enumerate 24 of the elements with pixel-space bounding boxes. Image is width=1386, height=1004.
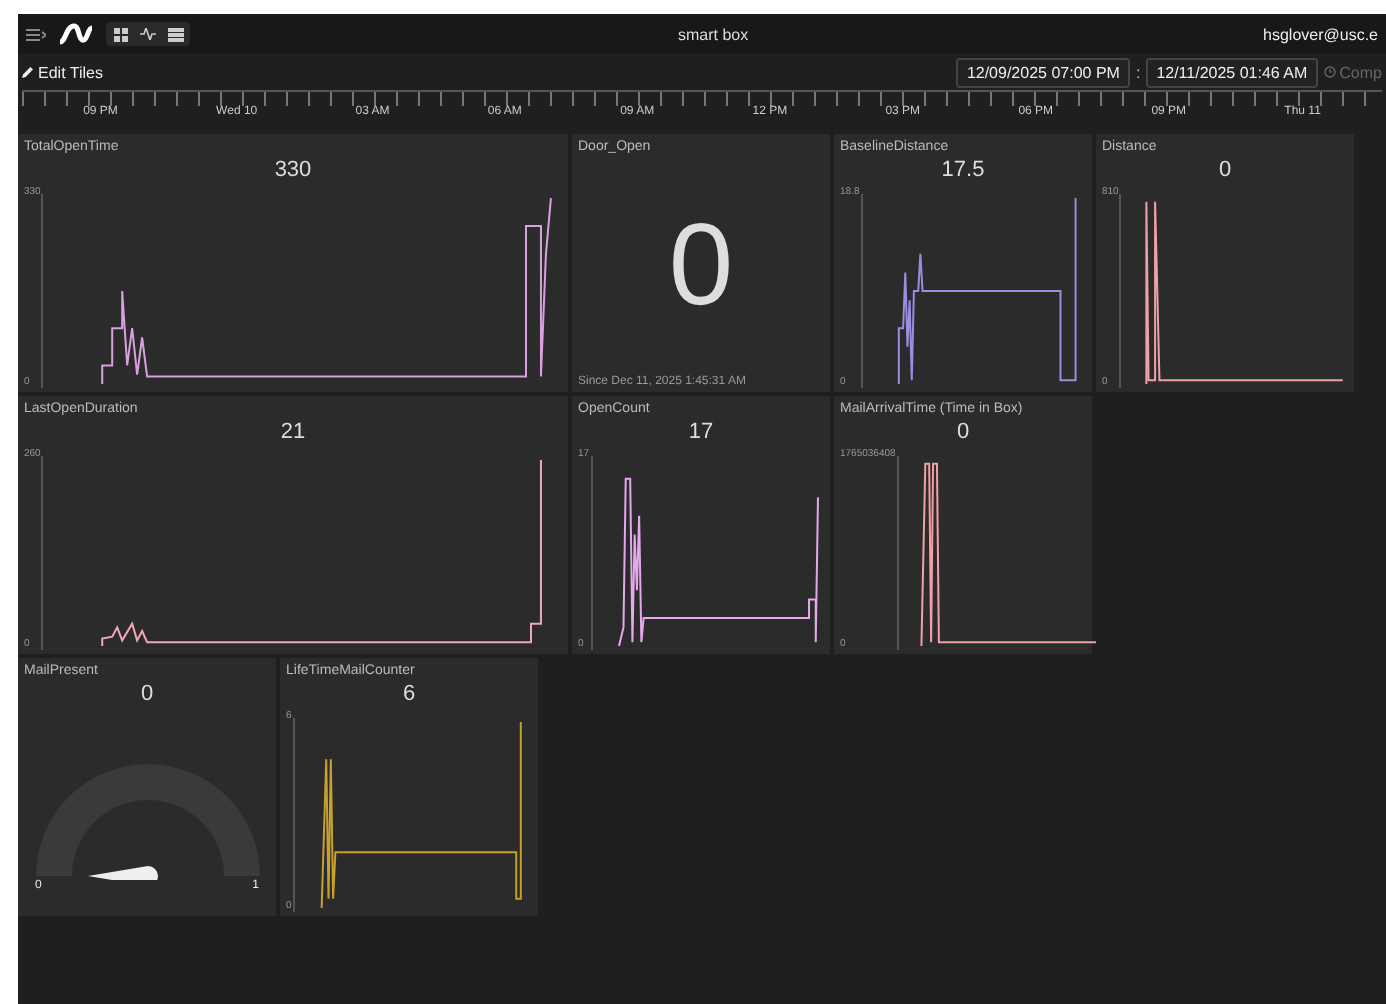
clock-icon xyxy=(1323,66,1336,78)
start-date-field[interactable]: 12/09/2025 07:00 PM xyxy=(956,57,1130,87)
menu-icon[interactable] xyxy=(26,27,46,41)
tile-value: 17 xyxy=(686,420,716,444)
dashboard-title: smart box xyxy=(678,25,751,43)
chart-view-button[interactable] xyxy=(134,22,162,46)
tile-value: 0 xyxy=(954,420,972,444)
tile-value: 21 xyxy=(278,420,308,444)
edit-tiles-button[interactable]: Edit Tiles xyxy=(22,63,951,81)
tile-value: 0 xyxy=(138,682,156,706)
range-separator: : xyxy=(1135,63,1141,81)
pulse-icon xyxy=(140,28,156,40)
tile-value: 17.5 xyxy=(939,158,987,182)
tile-value: 0 xyxy=(666,198,736,334)
grid-icon xyxy=(113,27,127,41)
tile-value: 330 xyxy=(272,158,314,182)
pencil-icon xyxy=(22,66,34,78)
list-icon xyxy=(168,27,184,41)
end-date-field[interactable]: 12/11/2025 01:46 AM xyxy=(1146,57,1318,87)
user-email[interactable]: hsglover@usc.e xyxy=(1263,25,1378,43)
tile-value: 0 xyxy=(1216,158,1234,182)
wave-logo-icon xyxy=(58,22,94,46)
list-view-button[interactable] xyxy=(162,22,190,46)
tile-value: 6 xyxy=(400,682,418,706)
